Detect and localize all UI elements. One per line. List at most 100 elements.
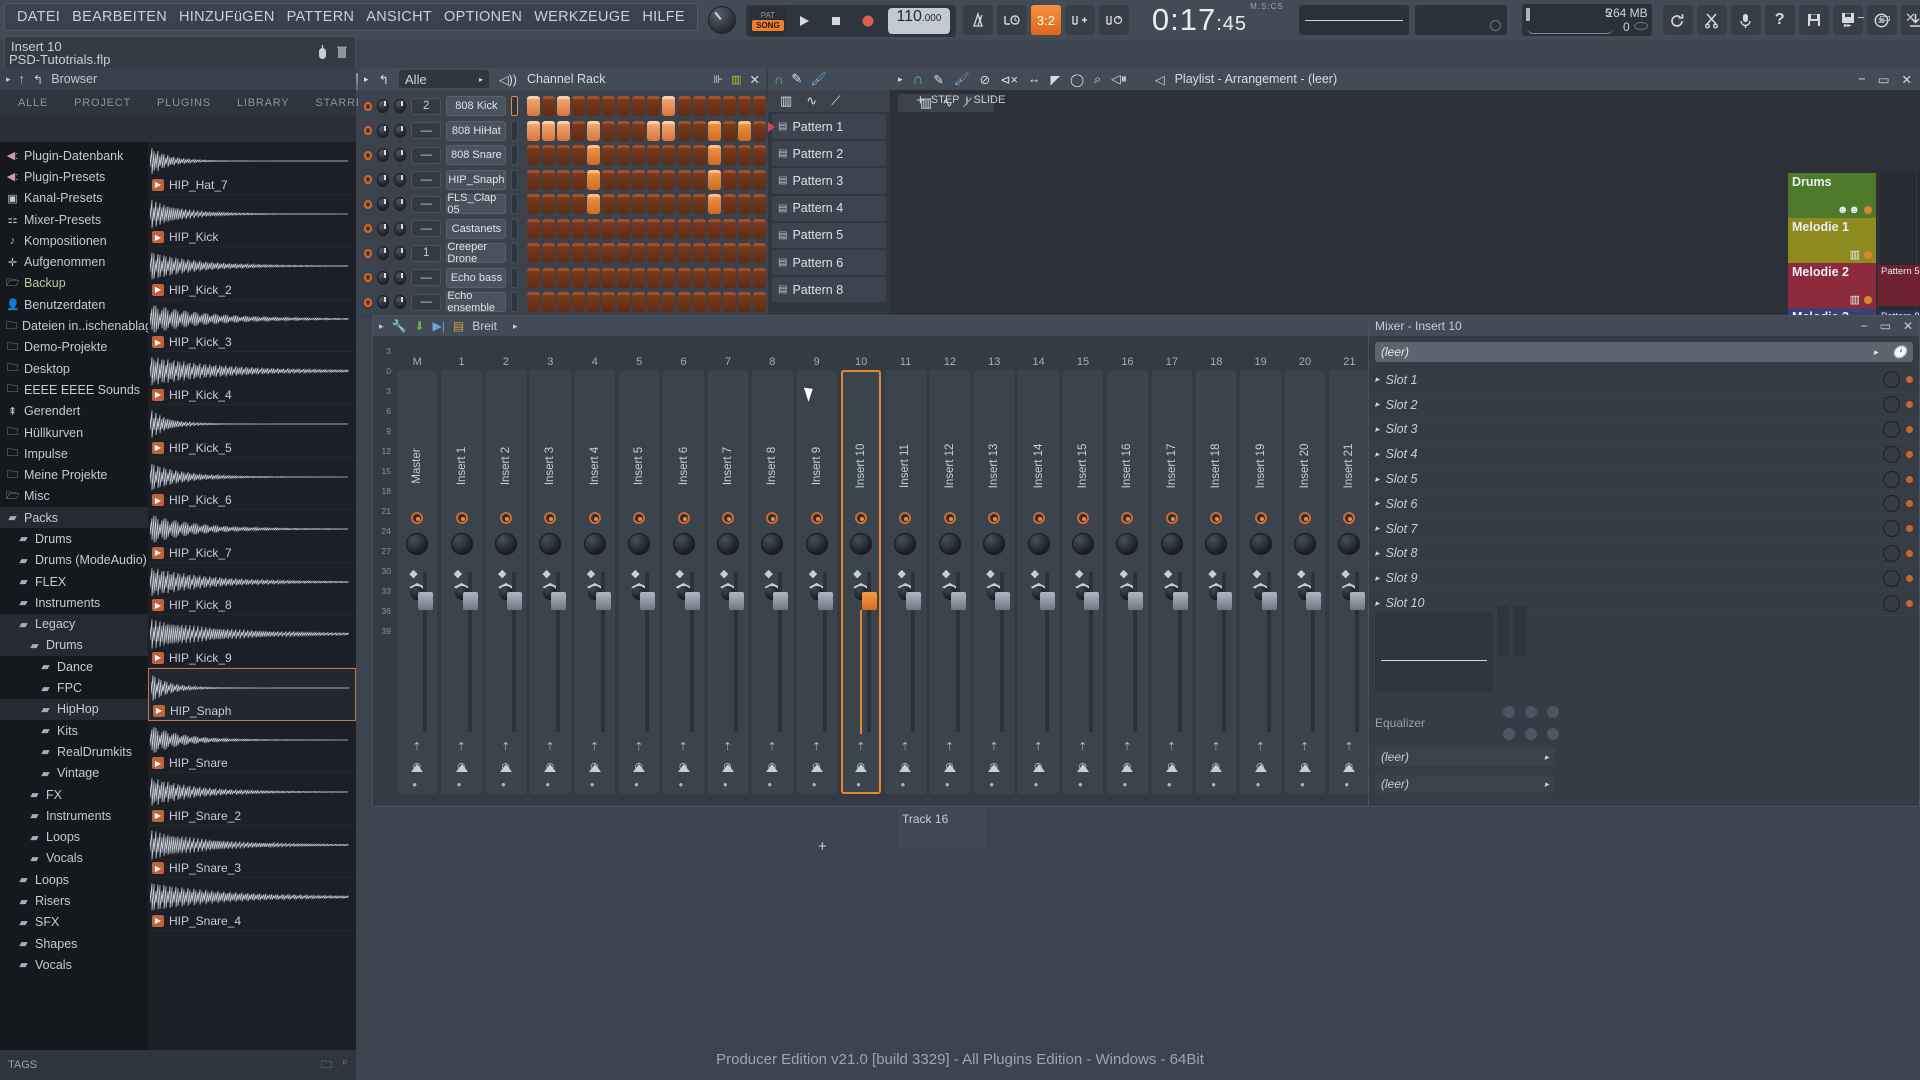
- step-button[interactable]: [707, 243, 721, 264]
- mixer-send-arrow[interactable]: [1343, 764, 1356, 772]
- mixer-strip-led[interactable]: [810, 512, 823, 524]
- tree-item[interactable]: 🗁 Misc: [0, 486, 148, 507]
- mixer-strip[interactable]: Insert 20◆◀▶⇡⊙●: [1283, 370, 1327, 794]
- step-button[interactable]: [753, 169, 767, 190]
- step-button[interactable]: [662, 267, 676, 288]
- channel-filter-selector[interactable]: Alle ▸: [399, 70, 490, 88]
- tree-item[interactable]: ▣ Kanal-Presets: [0, 188, 148, 209]
- step-button[interactable]: [677, 218, 691, 239]
- automation-icon[interactable]: ⟋: [831, 93, 840, 109]
- effect-slot-led[interactable]: [1906, 425, 1913, 433]
- play-icon[interactable]: ▶: [152, 494, 164, 507]
- close-button[interactable]: ✕: [1902, 72, 1912, 87]
- mixer-route-icon[interactable]: ⇡: [1078, 740, 1087, 753]
- mixer-strip[interactable]: Insert 7◆◀▶⇡⊙●: [706, 370, 750, 794]
- step-button[interactable]: [541, 267, 555, 288]
- step-button[interactable]: [707, 292, 721, 313]
- step-button[interactable]: [571, 194, 585, 215]
- mixer-strip[interactable]: Insert 17◆◀▶⇡⊙●: [1150, 370, 1194, 794]
- browser-tab-alle[interactable]: ALLE: [6, 94, 60, 112]
- channel-row[interactable]: —808 HiHat: [364, 119, 767, 144]
- step-button[interactable]: [647, 194, 661, 215]
- step-button[interactable]: [586, 96, 600, 117]
- mixer-fader-thumb[interactable]: [1128, 592, 1144, 610]
- mixer-strip[interactable]: Insert 12◆◀▶⇡⊙●: [928, 370, 972, 794]
- mixer-strip-knob[interactable]: [1249, 533, 1272, 555]
- step-button[interactable]: [722, 218, 736, 239]
- step-button[interactable]: [677, 243, 691, 264]
- channel-volume-knob[interactable]: [394, 197, 407, 212]
- menu-item-optionen[interactable]: OPTIONEN: [438, 4, 528, 30]
- step-button[interactable]: [526, 267, 540, 288]
- step-button[interactable]: [737, 169, 751, 190]
- mixer-fader-thumb[interactable]: [1217, 592, 1233, 610]
- play-icon[interactable]: ▶: [152, 599, 164, 612]
- mixer-send-arrow[interactable]: [721, 764, 734, 772]
- browser-file-row[interactable]: ▶ HIP_Snare_3: [148, 826, 356, 879]
- loop-icon[interactable]: ◯: [1070, 72, 1084, 87]
- mixer-dot-icon[interactable]: ●: [812, 780, 817, 789]
- mixer-strip-knob[interactable]: [494, 533, 517, 555]
- eq-knob-1[interactable]: [1503, 706, 1515, 718]
- mixer-dot-icon[interactable]: ●: [1034, 780, 1039, 789]
- effect-slot-knob[interactable]: [1883, 420, 1900, 438]
- browser-file-row[interactable]: ▶ HIP_Snare_2: [148, 773, 356, 826]
- pattern-list-item[interactable]: ▤ Pattern 5: [772, 222, 886, 248]
- step-button[interactable]: [647, 243, 661, 264]
- step-button[interactable]: [722, 96, 736, 117]
- step-button[interactable]: [602, 120, 616, 141]
- channel-pan-knob[interactable]: [377, 172, 390, 187]
- step-sequencer-row[interactable]: [526, 243, 767, 264]
- step-sequencer-row[interactable]: [526, 120, 767, 141]
- step-button[interactable]: [662, 169, 676, 190]
- channel-select-bar[interactable]: [511, 145, 518, 166]
- step-button[interactable]: [541, 292, 555, 313]
- step-button[interactable]: [707, 267, 721, 288]
- effect-slot-led[interactable]: [1906, 475, 1913, 483]
- mixer-strip-knob[interactable]: [1160, 533, 1183, 555]
- mixer-fader-thumb[interactable]: [728, 592, 744, 610]
- mixer-send-arrow[interactable]: [899, 764, 912, 772]
- tree-item[interactable]: ⚏ Mixer-Presets: [0, 209, 148, 230]
- step-sequencer-row[interactable]: [526, 96, 767, 117]
- mixer-strip[interactable]: Insert 5◆◀▶⇡⊙●: [617, 370, 661, 794]
- channel-mixer-number[interactable]: —: [411, 171, 442, 189]
- mixer-strip-knob[interactable]: [672, 533, 695, 555]
- mixer-dot-icon[interactable]: ●: [856, 780, 861, 789]
- effect-slot[interactable]: ▸ Slot 2: [1369, 393, 1919, 418]
- channel-mute-led[interactable]: [364, 175, 373, 185]
- channel-mute-led[interactable]: [364, 297, 373, 307]
- browser-file-row[interactable]: ▶ HIP_Kick_5: [148, 405, 356, 458]
- search-icon[interactable]: ⌕: [1094, 72, 1101, 87]
- insert-faders[interactable]: [1497, 606, 1526, 656]
- effect-slot-knob[interactable]: [1883, 396, 1900, 414]
- channel-name-button[interactable]: FLS_Clap 05: [446, 192, 507, 216]
- chevron-right-icon[interactable]: ▸: [1375, 498, 1380, 509]
- channel-volume-knob[interactable]: [394, 221, 407, 236]
- step-button[interactable]: [586, 267, 600, 288]
- browser-file-row[interactable]: ▶ HIP_Snare: [148, 721, 356, 774]
- browser-file-row[interactable]: ▶ HIP_Kick_3: [148, 300, 356, 353]
- effect-slot-led[interactable]: [1906, 500, 1913, 508]
- mixer-route-icon[interactable]: ⇡: [1122, 740, 1131, 753]
- step-button[interactable]: [737, 243, 751, 264]
- step-button[interactable]: [617, 243, 631, 264]
- insert-fader-1[interactable]: [1497, 606, 1509, 656]
- chevron-right-icon[interactable]: ▸: [1375, 573, 1380, 584]
- pattern-list-item[interactable]: ▤ Pattern 3: [772, 168, 886, 194]
- browser-tab-project[interactable]: PROJECT: [62, 94, 143, 112]
- mixer-strip-knob[interactable]: [583, 533, 606, 555]
- mixer-strip-led[interactable]: [499, 512, 512, 524]
- step-button[interactable]: [677, 169, 691, 190]
- magnet-icon[interactable]: ∩: [913, 71, 924, 88]
- maximize-button[interactable]: ▭: [1880, 319, 1891, 333]
- eq-knob-5[interactable]: [1525, 728, 1537, 740]
- channel-select-bar[interactable]: [511, 169, 518, 190]
- play-icon[interactable]: ▶: [152, 914, 164, 927]
- pattern-song-toggle[interactable]: PAT SONG: [749, 6, 786, 35]
- step-button[interactable]: [632, 292, 646, 313]
- chevron-right-icon[interactable]: ▸: [1375, 598, 1380, 609]
- channel-select-bar[interactable]: [511, 96, 518, 117]
- mixer-strip-knob[interactable]: [628, 533, 651, 555]
- mixer-strip-led[interactable]: [855, 512, 868, 524]
